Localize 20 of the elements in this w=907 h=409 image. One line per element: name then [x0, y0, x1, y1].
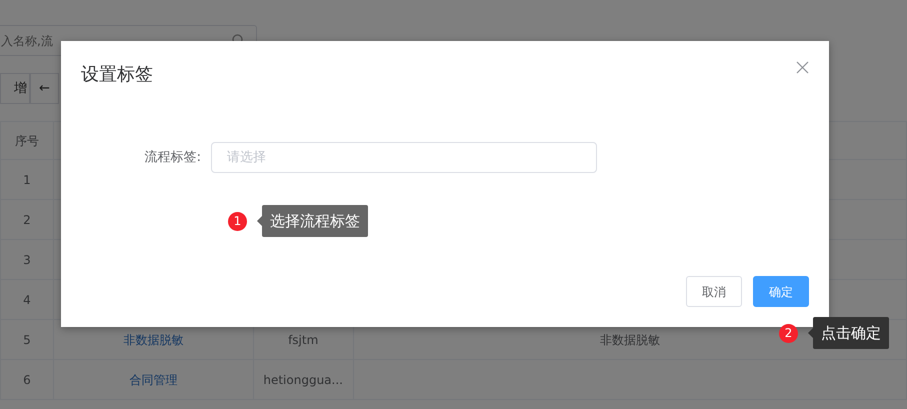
- guide-tooltip: 选择流程标签: [262, 205, 368, 237]
- field-label: 流程标签:: [144, 148, 202, 167]
- table-cell: hetionggua...: [253, 360, 354, 400]
- table-cell: 2: [0, 200, 54, 240]
- add-button[interactable]: 增: [0, 73, 30, 104]
- back-button[interactable]: ←: [30, 73, 59, 104]
- table-cell: 6: [0, 360, 54, 400]
- confirm-button[interactable]: 确定: [753, 276, 809, 307]
- column-header: 序号: [0, 122, 54, 160]
- table-cell: 1: [0, 160, 54, 200]
- table-cell: 5: [0, 320, 54, 360]
- process-name-link[interactable]: 合同管理: [129, 372, 178, 386]
- tag-select[interactable]: 请选择: [211, 142, 597, 173]
- table-cell: 4: [0, 280, 54, 320]
- table-cell: 3: [0, 240, 54, 280]
- cancel-button[interactable]: 取消: [686, 276, 742, 307]
- process-name-link[interactable]: 非数据脱敏: [123, 332, 184, 346]
- modal-title: 设置标签: [81, 63, 153, 87]
- close-button[interactable]: [796, 61, 809, 74]
- guide-tooltip: 点击确定: [813, 317, 889, 349]
